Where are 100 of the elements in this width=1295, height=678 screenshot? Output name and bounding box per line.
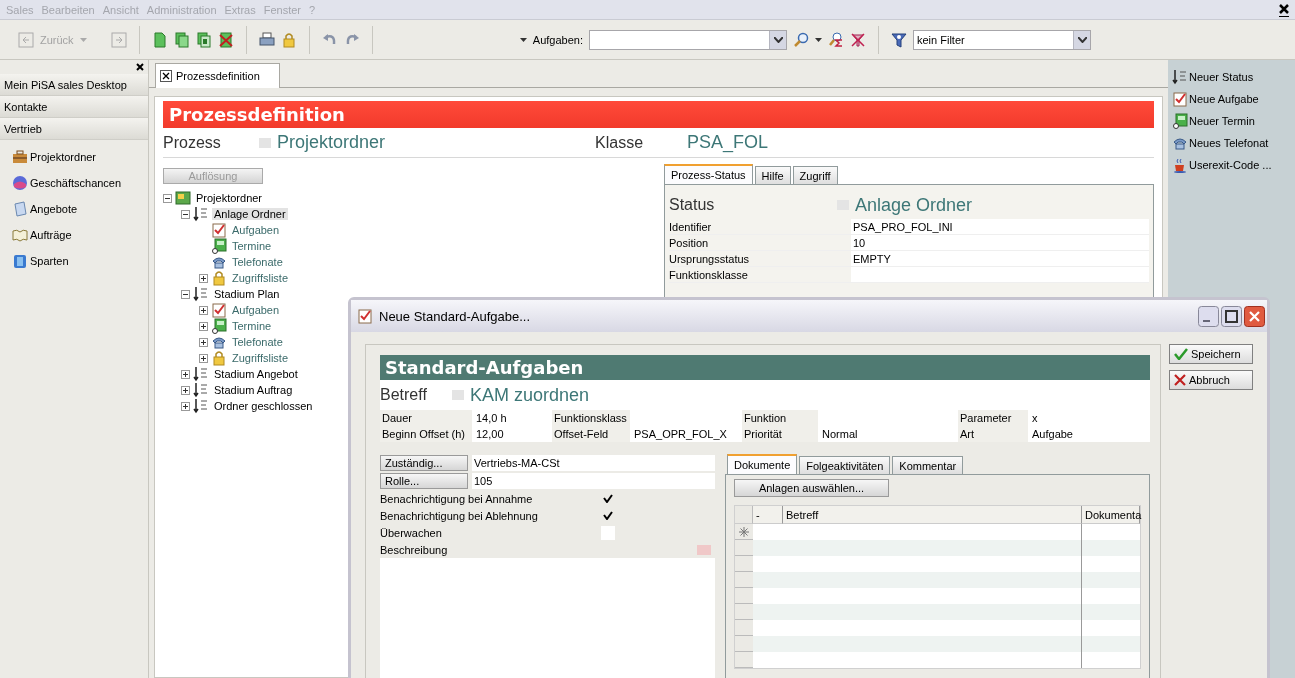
- sidebar-item[interactable]: Sparten: [30, 255, 69, 267]
- plus-icon[interactable]: [199, 273, 208, 283]
- sidebar-section[interactable]: Mein PiSA sales Desktop: [0, 74, 148, 96]
- column-header[interactable]: Dokumenta: [1082, 506, 1140, 524]
- table-row[interactable]: [735, 652, 1140, 668]
- field-label: Priorität: [742, 426, 818, 442]
- plus-icon[interactable]: [181, 369, 190, 379]
- dropdown-button[interactable]: [1073, 30, 1090, 49]
- column-header[interactable]: -: [753, 506, 783, 524]
- document-icon: [12, 201, 28, 217]
- field-label: Art: [958, 426, 1028, 442]
- tree-item[interactable]: Stadium Plan: [212, 288, 282, 300]
- close-icon[interactable]: [1279, 2, 1289, 17]
- row-header[interactable]: [735, 572, 753, 588]
- field-value: EMPTY: [851, 251, 1149, 266]
- tree-item[interactable]: Aufgaben: [230, 224, 282, 236]
- plus-icon[interactable]: [199, 321, 208, 331]
- search-sum-icon: [828, 31, 844, 48]
- close-icon[interactable]: [136, 63, 144, 71]
- tab[interactable]: Hilfe: [754, 166, 791, 184]
- lock-icon: [211, 350, 227, 366]
- new-document-icon: [151, 31, 168, 48]
- tree-item[interactable]: Stadium Auftrag: [212, 384, 295, 396]
- minus-icon[interactable]: [181, 209, 190, 219]
- chevron-icon: [773, 36, 783, 43]
- field-label: Offset-Feld: [552, 426, 630, 442]
- tab[interactable]: Zugriff: [792, 166, 838, 184]
- sidebar-item[interactable]: Projektordner: [30, 151, 97, 163]
- tree-item[interactable]: Ordner geschlossen: [212, 400, 315, 412]
- tab[interactable]: Kommentar: [892, 456, 964, 474]
- action-link[interactable]: Neuer Termin: [1189, 115, 1255, 127]
- action-link[interactable]: Userexit-Code ...: [1189, 159, 1272, 171]
- field-label: Identifier: [669, 220, 713, 233]
- tree-item[interactable]: Zugriffsliste: [230, 352, 291, 364]
- sidebar-section[interactable]: Vertrieb: [0, 118, 148, 140]
- action-link[interactable]: Neuer Status: [1189, 71, 1254, 83]
- lookup-button[interactable]: Zuständig...: [380, 455, 468, 471]
- new-row-icon: [739, 526, 749, 537]
- back-icon: [18, 31, 34, 48]
- tree-item[interactable]: Aufgaben: [230, 304, 282, 316]
- tree-item[interactable]: Projektordner: [194, 192, 265, 204]
- action-link[interactable]: Neues Telefonat: [1189, 137, 1269, 149]
- globe-icon: [12, 175, 28, 191]
- checkbox[interactable]: [601, 525, 615, 540]
- table-row[interactable]: [735, 556, 1140, 572]
- filter-dropdown[interactable]: kein Filter: [913, 29, 1091, 50]
- tab[interactable]: Prozess-Status: [664, 164, 753, 184]
- field-value: KAM zuordnen: [470, 384, 591, 406]
- row-header[interactable]: [735, 620, 753, 636]
- row-header[interactable]: [735, 556, 753, 572]
- close-icon[interactable]: [160, 70, 172, 82]
- field-value: PSA_PRO_FOL_INI: [851, 219, 1149, 234]
- table-row[interactable]: [735, 588, 1140, 604]
- plus-icon[interactable]: [181, 401, 190, 411]
- row-header[interactable]: [735, 588, 753, 604]
- minus-icon[interactable]: [181, 289, 190, 299]
- sidebar-item[interactable]: Aufträge: [30, 229, 72, 241]
- tab[interactable]: Dokumente: [727, 454, 798, 474]
- tree-item[interactable]: Telefonate: [230, 336, 285, 348]
- sidebar-item[interactable]: Angebote: [30, 203, 78, 215]
- document-tab[interactable]: Prozessdefinition: [155, 63, 280, 88]
- tab[interactable]: Folgeaktivitäten: [799, 456, 891, 474]
- lock-icon: [211, 270, 227, 286]
- lookup-button[interactable]: Rolle...: [380, 473, 468, 489]
- tree-item[interactable]: Stadium Angebot: [212, 368, 300, 380]
- action-link[interactable]: Neue Aufgabe: [1189, 93, 1259, 105]
- table-row[interactable]: [735, 620, 1140, 636]
- plus-icon[interactable]: [181, 385, 190, 395]
- tree-item[interactable]: Termine: [230, 240, 274, 252]
- sidebar-item[interactable]: Geschäftschancen: [30, 177, 122, 189]
- description-field[interactable]: [380, 558, 715, 678]
- search-icon: [793, 31, 809, 48]
- cancel-button[interactable]: Abbruch: [1169, 370, 1253, 390]
- phone-icon: [1172, 135, 1188, 151]
- column-header[interactable]: Betreff: [783, 506, 1082, 524]
- row-header[interactable]: [735, 604, 753, 620]
- tree-item[interactable]: Zugriffsliste: [230, 272, 291, 284]
- delete-icon: [217, 31, 234, 48]
- dropdown-button[interactable]: [769, 30, 786, 49]
- row-header[interactable]: [735, 524, 753, 540]
- field-label: Position: [669, 236, 710, 249]
- field-value: Anlage Ordner: [855, 194, 974, 216]
- lock-icon: [280, 31, 297, 48]
- row-header[interactable]: [735, 540, 753, 556]
- save-button[interactable]: Speichern: [1169, 344, 1253, 364]
- plus-icon[interactable]: [199, 353, 208, 363]
- tree-item[interactable]: Termine: [230, 320, 274, 332]
- field-label: Status: [669, 196, 716, 214]
- row-header[interactable]: [735, 652, 753, 668]
- tree-item[interactable]: Anlage Ordner: [212, 208, 288, 220]
- minus-icon[interactable]: [163, 193, 172, 203]
- chevron-icon: [1077, 36, 1087, 43]
- row-header[interactable]: [735, 636, 753, 652]
- tree-item[interactable]: Telefonate: [230, 256, 285, 268]
- plus-icon[interactable]: [199, 337, 208, 347]
- attach-button[interactable]: Anlagen auswählen...: [734, 479, 889, 497]
- field-label: Betreff: [380, 386, 428, 404]
- plus-icon[interactable]: [199, 305, 208, 315]
- sidebar-section[interactable]: Kontakte: [0, 96, 148, 118]
- field-label: Klasse: [595, 133, 645, 152]
